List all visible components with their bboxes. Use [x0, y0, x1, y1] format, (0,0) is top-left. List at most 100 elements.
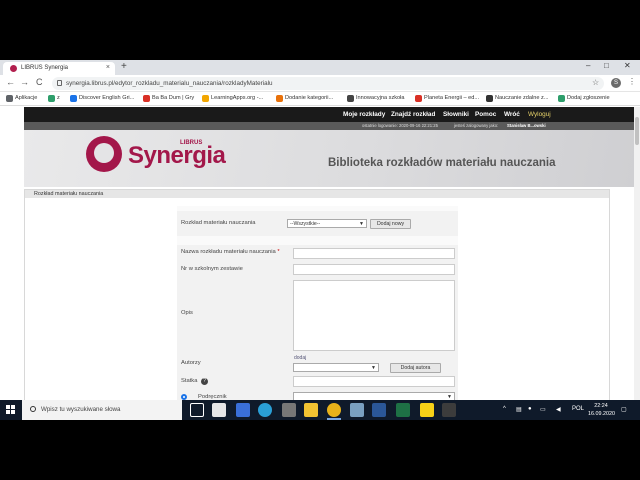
browser-tab-strip: LIBRUS Synergia × + – □ ✕ — [0, 60, 640, 75]
app-badge-icon[interactable] — [236, 403, 250, 417]
logo-synergia: Synergia — [128, 142, 226, 169]
battery-icon[interactable]: ▭ — [540, 406, 546, 413]
bookmarks-bar: Aplikacje z Discover English Gri... Ba B… — [0, 92, 640, 106]
nav-help[interactable]: Pomoc — [475, 111, 496, 118]
chrome-icon[interactable] — [327, 403, 341, 417]
nav-my-plans[interactable]: Moje rozkłady — [343, 111, 385, 118]
page-scrollbar[interactable] — [634, 107, 640, 420]
bookmark-icon — [415, 95, 422, 102]
clock-time: 22:24 — [594, 403, 608, 409]
bookmark-item[interactable]: Ba Ba Dum | Gry — [143, 95, 194, 102]
apps-icon — [6, 95, 13, 102]
edge-icon[interactable] — [258, 403, 272, 417]
last-login-text: ostatnie logowanie: 2020-09-16 22:21:25 — [362, 123, 438, 128]
school-set-input[interactable] — [293, 264, 455, 275]
help-icon[interactable]: ? — [201, 378, 208, 385]
librus-favicon-icon — [10, 65, 17, 72]
profile-avatar[interactable]: S — [611, 78, 621, 88]
add-new-button[interactable]: Dodaj nowy — [370, 219, 411, 229]
status-input[interactable] — [293, 376, 455, 387]
bookmark-label: LearningApps.org -... — [211, 95, 264, 101]
windows-taskbar: Wpisz tu wyszukiwane słowa ^ ▤ ● ▭ ◀ POL… — [0, 400, 640, 420]
task-view-icon[interactable] — [190, 403, 204, 417]
authors-select[interactable]: ▼ — [293, 363, 379, 372]
new-tab-button[interactable]: + — [121, 61, 127, 72]
bookmark-label: Planeta Energii – ed... — [424, 95, 480, 101]
add-author-button[interactable]: Dodaj autora — [390, 363, 441, 373]
bookmark-label: Discover English Gri... — [79, 95, 135, 101]
taskbar-search-placeholder: Wpisz tu wyszukiwane słowa — [41, 406, 121, 413]
bookmark-item[interactable]: Aplikacje — [6, 95, 38, 102]
bookmark-item[interactable]: Innowacyjna szkoła — [347, 95, 405, 102]
sticky-notes-icon[interactable] — [420, 403, 434, 417]
bookmark-item[interactable]: LearningApps.org -... — [202, 95, 264, 102]
taskbar-search[interactable]: Wpisz tu wyszukiwane słowa — [22, 400, 182, 420]
form-divider — [177, 206, 458, 211]
required-mark: * — [277, 249, 280, 255]
authors-add-hint[interactable]: dodaj — [294, 355, 306, 361]
nav-logout[interactable]: Wyloguj — [528, 111, 551, 118]
notifications-icon[interactable]: ▢ — [621, 406, 627, 413]
bookmark-label: z — [57, 95, 60, 101]
taskbar-clock[interactable]: 22:24 16.09.2020 — [588, 402, 615, 418]
url-field[interactable]: synergia.librus.pl/edytor_rozkladu_mater… — [52, 77, 604, 90]
word-icon[interactable] — [372, 403, 386, 417]
screen: LIBRUS Synergia × + – □ ✕ ← → C synergia… — [0, 60, 640, 420]
back-arrow-icon[interactable]: ← — [6, 77, 15, 87]
excel-icon[interactable] — [396, 403, 410, 417]
nav-dictionaries[interactable]: Słowniki — [443, 111, 469, 118]
nav-find-plan[interactable]: Znajdź rozkład — [391, 111, 435, 118]
bookmark-label: Dodaj zgłoszenie — [567, 95, 610, 101]
clock-date: 16.09.2020 — [588, 411, 615, 417]
logged-as-label: jesteś zalogowany jako: — [454, 123, 499, 128]
top-nav: Moje rozkłady Znajdź rozkład Słowniki Po… — [24, 107, 634, 122]
bookmark-item[interactable]: z — [48, 95, 60, 102]
notepad-icon[interactable] — [350, 403, 364, 417]
microphone-icon[interactable]: ● — [528, 406, 532, 412]
window-close-button[interactable]: ✕ — [624, 61, 631, 70]
snip-tool-icon[interactable] — [442, 403, 456, 417]
chevron-down-icon: ▼ — [359, 221, 364, 227]
tab-title: LIBRUS Synergia — [21, 65, 69, 71]
description-textarea[interactable] — [293, 280, 455, 351]
plan-name-label: Nazwa rozkładu materiału nauczania * — [181, 249, 280, 255]
file-explorer-icon[interactable] — [304, 403, 318, 417]
bookmark-item[interactable]: Discover English Gri... — [70, 95, 135, 102]
panel-title: Rozkład materiału nauczania — [25, 190, 609, 198]
network-icon[interactable]: ▤ — [516, 406, 522, 413]
bookmark-label: Innowacyjna szkoła — [356, 95, 405, 101]
volume-icon[interactable]: ◀ — [556, 406, 561, 413]
plan-select-label: Rozkład materiału nauczania — [181, 220, 256, 226]
bookmark-item[interactable]: Nauczanie zdalne z... — [486, 95, 548, 102]
plan-select[interactable]: --Wszystkie-- ▼ — [287, 219, 367, 228]
scrollbar-thumb[interactable] — [635, 117, 639, 145]
bookmark-label: Aplikacje — [15, 95, 38, 101]
reload-icon[interactable]: C — [36, 77, 43, 87]
calculator-icon[interactable] — [282, 403, 296, 417]
bookmark-icon — [48, 95, 55, 102]
search-icon — [30, 406, 36, 412]
bookmark-item[interactable]: Planeta Energii – ed... — [415, 95, 480, 102]
browser-menu-icon[interactable]: ⋮ — [628, 77, 636, 86]
maximize-button[interactable]: □ — [604, 61, 609, 70]
browser-tab[interactable]: LIBRUS Synergia × — [3, 62, 115, 75]
minimize-button[interactable]: – — [586, 61, 590, 70]
login-info-bar: ostatnie logowanie: 2020-09-16 22:21:25 … — [24, 122, 634, 130]
windows-start-icon[interactable] — [6, 405, 16, 415]
bookmark-star-icon[interactable]: ☆ — [592, 78, 599, 87]
plan-name-label-text: Nazwa rozkładu materiału nauczania — [181, 249, 276, 255]
status-label: Statka — [181, 378, 198, 384]
store-icon[interactable] — [212, 403, 226, 417]
authors-label: Autorzy — [181, 360, 201, 366]
plan-name-input[interactable] — [293, 248, 455, 259]
content-panel: Rozkład materiału nauczania Rozkład mate… — [24, 189, 610, 420]
forward-arrow-icon[interactable]: → — [20, 77, 29, 87]
bookmark-item[interactable]: Dodanie kategorii... — [276, 95, 333, 102]
form-divider — [177, 236, 458, 245]
nav-back[interactable]: Wróć — [504, 111, 520, 118]
tray-arrow-icon[interactable]: ^ — [503, 406, 506, 412]
bookmark-item[interactable]: Dodaj zgłoszenie — [558, 95, 610, 102]
tab-close-icon[interactable]: × — [106, 64, 110, 71]
language-indicator[interactable]: POL — [572, 406, 584, 412]
synergia-logo-icon — [86, 136, 122, 172]
